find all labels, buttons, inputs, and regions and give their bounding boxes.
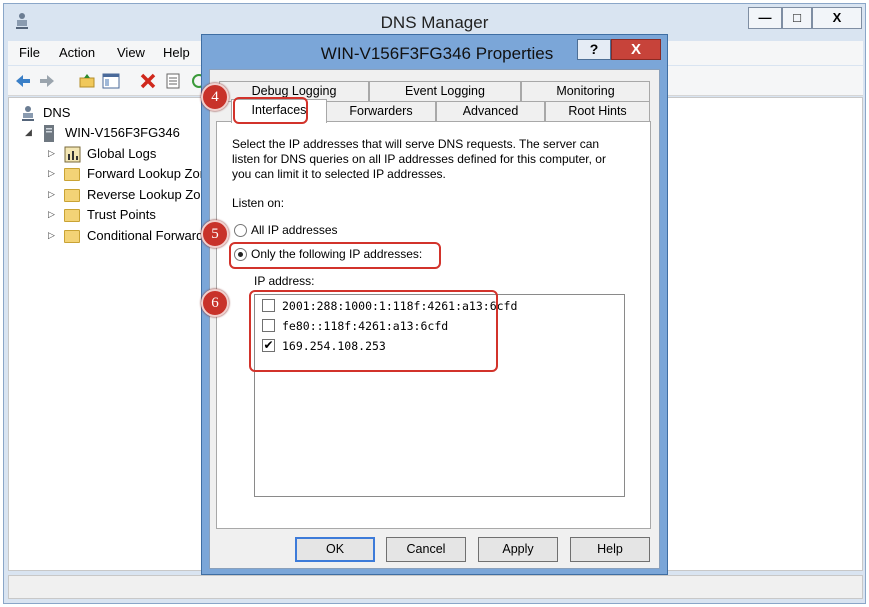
- dialog-close-button[interactable]: X: [611, 39, 661, 60]
- only-following-highlight: [229, 242, 441, 269]
- tab-event-logging[interactable]: Event Logging: [369, 81, 521, 102]
- tree-label-server: WIN-V156F3FG346: [65, 125, 180, 140]
- apply-button[interactable]: Apply: [478, 537, 558, 562]
- listen-on-label: Listen on:: [232, 196, 285, 210]
- dns-root-icon: [22, 106, 34, 121]
- up-folder-icon[interactable]: [78, 72, 96, 90]
- tab-monitoring[interactable]: Monitoring: [521, 81, 650, 102]
- maximize-button[interactable]: □: [782, 7, 812, 29]
- ip-list-highlight: [249, 290, 498, 372]
- radio-all-ip-label[interactable]: All IP addresses: [251, 223, 338, 238]
- step-marker-6: 6: [201, 289, 229, 317]
- tree-label-forward-lookup: Forward Lookup Zon: [87, 166, 207, 181]
- tree-label-trust-points: Trust Points: [87, 207, 156, 222]
- menu-file[interactable]: File: [19, 45, 40, 60]
- collapsed-arrow-icon[interactable]: ▷: [48, 230, 55, 241]
- collapsed-arrow-icon[interactable]: ▷: [48, 189, 55, 200]
- tree-label-global-logs: Global Logs: [87, 146, 157, 161]
- cancel-button[interactable]: Cancel: [386, 537, 466, 562]
- menu-action[interactable]: Action: [59, 45, 95, 60]
- main-title-bar[interactable]: DNS Manager — □ X: [4, 4, 865, 38]
- description-line-1: Select the IP addresses that will serve …: [232, 137, 600, 151]
- tab-advanced[interactable]: Advanced: [436, 101, 545, 122]
- delete-icon[interactable]: [139, 72, 157, 90]
- forward-arrow-icon[interactable]: [38, 72, 56, 90]
- server-icon: [44, 125, 54, 142]
- collapsed-arrow-icon[interactable]: ▷: [48, 148, 55, 159]
- show-hide-console-tree-icon[interactable]: [102, 72, 120, 90]
- dialog-title-bar[interactable]: WIN-V156F3FG346 Properties ? X: [202, 35, 667, 69]
- tab-root-hints[interactable]: Root Hints: [545, 101, 650, 122]
- tree-label-reverse-lookup: Reverse Lookup Zon: [87, 187, 208, 202]
- tab-forwarders[interactable]: Forwarders: [326, 101, 436, 122]
- folder-icon: [64, 209, 80, 222]
- status-bar: [8, 575, 863, 599]
- collapsed-arrow-icon[interactable]: ▷: [48, 168, 55, 179]
- properties-icon[interactable]: [164, 72, 182, 90]
- menu-view[interactable]: View: [117, 45, 145, 60]
- close-button[interactable]: X: [812, 7, 862, 29]
- description-line-3: you can limit it to selected IP addresse…: [232, 167, 446, 181]
- folder-icon: [64, 230, 80, 243]
- ip-address-label: IP address:: [254, 274, 315, 288]
- collapsed-arrow-icon[interactable]: ▷: [48, 209, 55, 220]
- interfaces-highlight: [233, 97, 308, 124]
- tree-label-dns: DNS: [43, 105, 71, 120]
- main-window-title: DNS Manager: [380, 13, 489, 32]
- tree-item-server[interactable]: ◢ WIN-V156F3FG346: [25, 125, 185, 143]
- back-arrow-icon[interactable]: [14, 72, 32, 90]
- tree-label-conditional-forwarders: Conditional Forward: [87, 228, 204, 243]
- description-line-2: listen for DNS queries on all IP address…: [232, 152, 606, 166]
- step-marker-5: 5: [201, 220, 229, 248]
- expanded-arrow-icon[interactable]: ◢: [25, 127, 32, 138]
- menu-help[interactable]: Help: [163, 45, 190, 60]
- step-marker-4: 4: [201, 83, 229, 111]
- folder-icon: [64, 189, 80, 202]
- minimize-button[interactable]: —: [748, 7, 782, 29]
- ok-button[interactable]: OK: [295, 537, 375, 562]
- help-button[interactable]: Help: [570, 537, 650, 562]
- log-icon: [64, 146, 81, 163]
- dialog-help-button[interactable]: ?: [577, 39, 611, 60]
- radio-all-ip-addresses[interactable]: [234, 224, 247, 237]
- folder-icon: [64, 168, 80, 181]
